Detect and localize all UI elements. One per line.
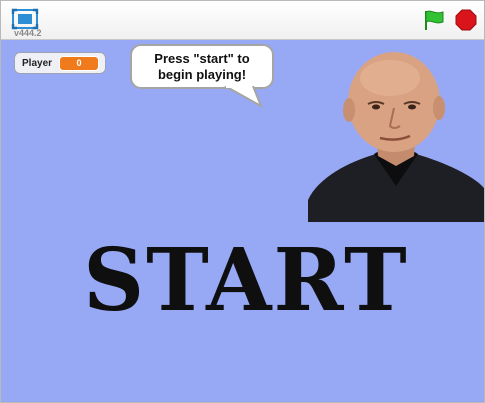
speech-bubble-tail <box>224 86 263 108</box>
stop-sign-icon <box>455 9 477 31</box>
green-flag-button[interactable] <box>422 8 446 32</box>
bald-man-portrait[interactable] <box>308 50 484 222</box>
version-label: v444.2 <box>14 28 42 38</box>
variable-monitor-label: Player <box>22 57 53 69</box>
variable-monitor-player: Player 0 <box>14 52 107 74</box>
player-window: v444.2 Player 0 Press "start" to begin p… <box>0 0 485 403</box>
fullscreen-button[interactable] <box>11 8 39 30</box>
green-flag-icon <box>425 10 444 30</box>
stage[interactable]: Player 0 Press "start" to begin playing! <box>1 40 484 402</box>
stop-button[interactable] <box>455 9 477 31</box>
player-toolbar: v444.2 <box>1 1 484 40</box>
speech-bubble-line-2: begin playing! <box>157 67 247 82</box>
speech-bubble: Press "start" to begin playing! <box>130 44 274 89</box>
start-button[interactable]: START <box>65 230 428 331</box>
speech-bubble-line-1: Press "start" to <box>154 51 250 66</box>
fullscreen-icon <box>11 8 39 30</box>
variable-monitor-value: 0 <box>59 55 100 71</box>
